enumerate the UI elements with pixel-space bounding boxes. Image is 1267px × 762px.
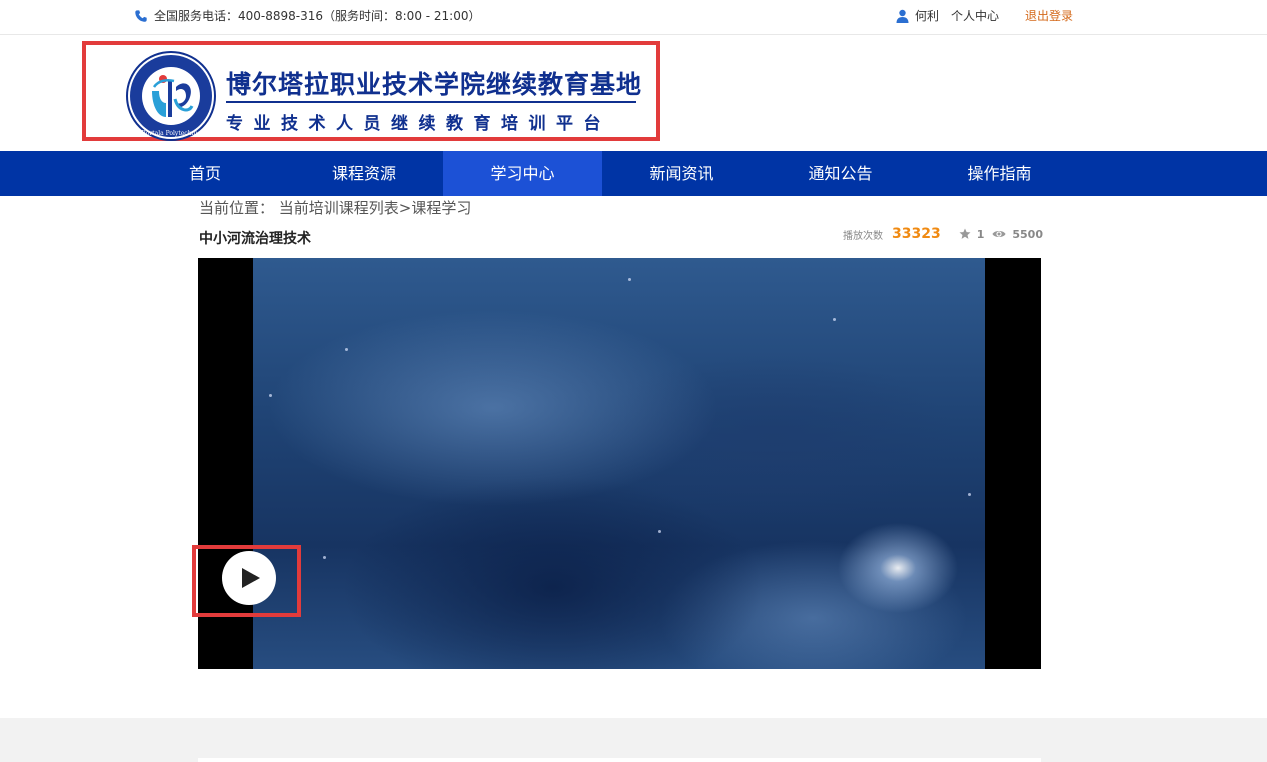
play-count-value: 33323 xyxy=(892,226,941,242)
sky-star xyxy=(345,348,348,351)
user-icon xyxy=(896,9,909,23)
site-subtitle: 专业技术人员继续教育培训平台 xyxy=(226,114,611,134)
college-emblem-icon: Bortala Polytechnic xyxy=(126,51,216,141)
user-name[interactable]: 何利 xyxy=(915,7,939,24)
footer-band xyxy=(0,718,1267,762)
video-player[interactable] xyxy=(198,258,1041,669)
service-phone: 全国服务电话：400-8898-316（服务时间：8:00 - 21:00） xyxy=(134,7,481,24)
breadcrumb: 当前位置： 当前培训课程列表>课程学习 xyxy=(199,199,472,217)
nav-item-home[interactable]: 首页 xyxy=(125,151,285,196)
eye-icon xyxy=(992,231,1006,237)
top-bar: 全国服务电话：400-8898-316（服务时间：8:00 - 21:00） 何… xyxy=(0,0,1267,35)
play-button[interactable] xyxy=(222,551,276,605)
sky-star xyxy=(628,278,631,281)
phone-icon xyxy=(135,9,147,22)
main-nav: 首页 课程资源 学习中心 新闻资讯 通知公告 操作指南 xyxy=(0,151,1267,196)
sky-star xyxy=(833,318,836,321)
course-stats: 播放次数 33323 1 5500 xyxy=(843,226,1043,242)
video-frame xyxy=(253,258,985,669)
views-count: 5500 xyxy=(1012,227,1043,241)
logout-link[interactable]: 退出登录 xyxy=(1025,7,1073,24)
footer-panel xyxy=(198,758,1041,762)
sky-star xyxy=(323,556,326,559)
course-title: 中小河流治理技术 xyxy=(199,231,311,247)
site-logo[interactable]: Bortala Polytechnic 博尔塔拉职业技术学院继续教育基地 专业技… xyxy=(82,41,660,141)
emblem-text: Bortala Polytechnic xyxy=(141,130,201,137)
nav-item-notices[interactable]: 通知公告 xyxy=(761,151,920,196)
site-title: 博尔塔拉职业技术学院继续教育基地 xyxy=(226,70,643,99)
star-icon[interactable] xyxy=(959,228,971,240)
nav-item-course-resources[interactable]: 课程资源 xyxy=(284,151,444,196)
play-icon xyxy=(242,568,260,588)
likes-count: 1 xyxy=(976,227,985,241)
sky-star xyxy=(269,394,272,397)
user-info[interactable]: 何利 xyxy=(896,7,939,24)
sky-star xyxy=(658,530,661,533)
play-count-label: 播放次数 xyxy=(843,230,883,242)
nav-item-learning-center[interactable]: 学习中心 xyxy=(443,151,602,196)
nav-item-news[interactable]: 新闻资讯 xyxy=(602,151,761,196)
personal-center-link[interactable]: 个人中心 xyxy=(951,7,999,24)
sky-star xyxy=(968,493,971,496)
phone-text: 全国服务电话：400-8898-316（服务时间：8:00 - 21:00） xyxy=(154,9,481,23)
title-divider xyxy=(226,101,636,103)
nav-item-guide[interactable]: 操作指南 xyxy=(920,151,1079,196)
